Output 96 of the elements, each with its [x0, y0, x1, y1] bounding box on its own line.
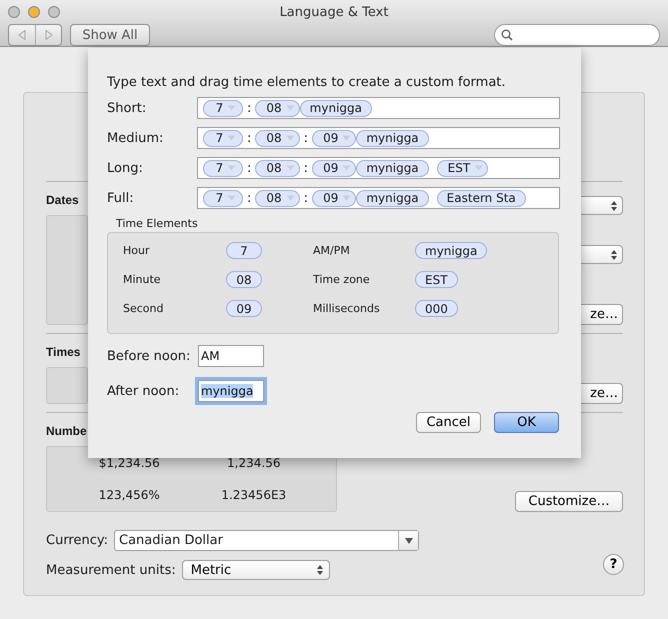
- time-token[interactable]: 08: [255, 100, 300, 116]
- time-token[interactable]: 09: [312, 160, 356, 176]
- caret-icon: [227, 165, 236, 171]
- number-preview: 1,234.56: [227, 456, 280, 470]
- time-token[interactable]: mynigga: [415, 242, 488, 259]
- left-arrow-icon: [18, 30, 26, 40]
- field-label: Measurement units:: [46, 562, 176, 578]
- time-token[interactable]: 7: [203, 190, 243, 206]
- popup-button[interactable]: [581, 196, 623, 215]
- section-heading: Dates: [46, 193, 79, 207]
- window-control-icon[interactable]: [48, 6, 60, 18]
- right-arrow-icon: [44, 30, 52, 40]
- caret-icon: [227, 135, 236, 141]
- field-label: Currency:: [46, 533, 108, 548]
- window-control-icon[interactable]: [8, 6, 20, 18]
- caret-icon: [227, 195, 236, 201]
- separator-text: :: [247, 160, 252, 176]
- time-token[interactable]: 09: [312, 190, 356, 206]
- section-heading: Times: [46, 345, 80, 359]
- element-label: Second: [123, 302, 164, 315]
- customize-button[interactable]: ze…: [581, 304, 623, 325]
- field-label: Before noon:: [107, 348, 192, 364]
- separator-text: :: [304, 160, 308, 176]
- time-token[interactable]: 09: [226, 300, 262, 317]
- element-label: Time zone: [313, 273, 371, 286]
- element-label: AM/PM: [313, 244, 351, 257]
- units-popup-button[interactable]: Metric: [182, 560, 330, 580]
- time-token[interactable]: EST: [436, 160, 488, 176]
- show-all-button[interactable]: Show All: [70, 24, 150, 46]
- separator-text: :: [247, 130, 252, 146]
- format-field[interactable]: 7 : 08 : 09 mynigga: [197, 127, 560, 149]
- stepper-icon: [611, 200, 617, 210]
- time-token[interactable]: 08: [255, 130, 300, 146]
- element-label: Milliseconds: [313, 302, 381, 315]
- caret-icon: [286, 195, 295, 201]
- time-token[interactable]: EST: [415, 271, 458, 288]
- time-token[interactable]: 08: [255, 160, 300, 176]
- stepper-icon: [611, 250, 617, 260]
- time-token[interactable]: mynigga: [300, 100, 372, 116]
- time-token[interactable]: 09: [312, 130, 356, 146]
- customize-button[interactable]: ze…: [581, 383, 623, 404]
- caret-icon: [286, 165, 295, 171]
- group-title: Time Elements: [116, 217, 199, 230]
- time-token[interactable]: mynigga: [356, 160, 429, 176]
- caret-icon: [342, 195, 352, 201]
- element-label: Minute: [123, 273, 162, 286]
- text-field[interactable]: AM: [198, 345, 264, 367]
- separator-text: :: [304, 190, 308, 206]
- caret-icon: [286, 135, 295, 141]
- format-label: Medium:: [107, 130, 164, 146]
- number-preview: $1,234.56: [98, 456, 160, 470]
- caret-icon: [342, 135, 352, 141]
- customize-button[interactable]: Customize…: [515, 491, 623, 512]
- time-token[interactable]: mynigga: [356, 130, 429, 146]
- format-label: Full:: [107, 190, 135, 206]
- section-heading: Numbe: [46, 424, 87, 438]
- search-icon: [501, 29, 513, 41]
- stepper-icon: [316, 565, 323, 575]
- time-token[interactable]: 7: [203, 130, 243, 146]
- dropdown-button[interactable]: [398, 531, 418, 550]
- popup-button[interactable]: [581, 245, 623, 264]
- time-token[interactable]: 7: [203, 100, 243, 116]
- caret-icon: [474, 165, 484, 171]
- time-token[interactable]: mynigga: [356, 190, 429, 206]
- format-field[interactable]: 7 : 08 mynigga: [197, 97, 560, 119]
- time-token[interactable]: 7: [203, 160, 243, 176]
- format-label: Long:: [107, 160, 144, 176]
- format-field[interactable]: 7 : 08 : 09 mynigga EST: [197, 157, 560, 179]
- separator-text: :: [247, 100, 252, 116]
- caret-icon: [286, 105, 295, 111]
- separator-text: :: [247, 190, 252, 206]
- preview-box: [46, 367, 88, 404]
- format-field[interactable]: 7 : 08 : 09 mynigga Eastern Sta: [197, 187, 560, 209]
- separator-text: :: [304, 130, 308, 146]
- time-token[interactable]: 000: [415, 300, 458, 317]
- search-field[interactable]: [494, 24, 660, 46]
- help-button[interactable]: ?: [603, 554, 624, 575]
- text-field[interactable]: mynigga: [198, 380, 264, 402]
- window-title: Language & Text: [278, 4, 390, 20]
- caret-icon: [404, 538, 413, 544]
- currency-combo-box[interactable]: Canadian Dollar: [114, 530, 420, 551]
- number-preview: 123,456%: [98, 488, 160, 502]
- caret-icon: [342, 165, 352, 171]
- field-label: After noon:: [107, 384, 180, 398]
- time-token[interactable]: 08: [226, 271, 262, 288]
- cancel-button[interactable]: Cancel: [416, 412, 481, 433]
- instructions-text: Type text and drag time elements to create a custom format.: [107, 75, 507, 90]
- format-label: Short:: [107, 100, 148, 116]
- window-control-icon[interactable]: [28, 6, 40, 18]
- time-token[interactable]: 08: [255, 190, 300, 206]
- caret-icon: [227, 105, 236, 111]
- time-token[interactable]: 7: [226, 242, 262, 259]
- element-label: Hour: [123, 244, 150, 257]
- ok-button[interactable]: OK: [494, 412, 559, 433]
- time-token[interactable]: Eastern Sta: [436, 190, 526, 206]
- number-preview: 1.23456E3: [221, 488, 286, 502]
